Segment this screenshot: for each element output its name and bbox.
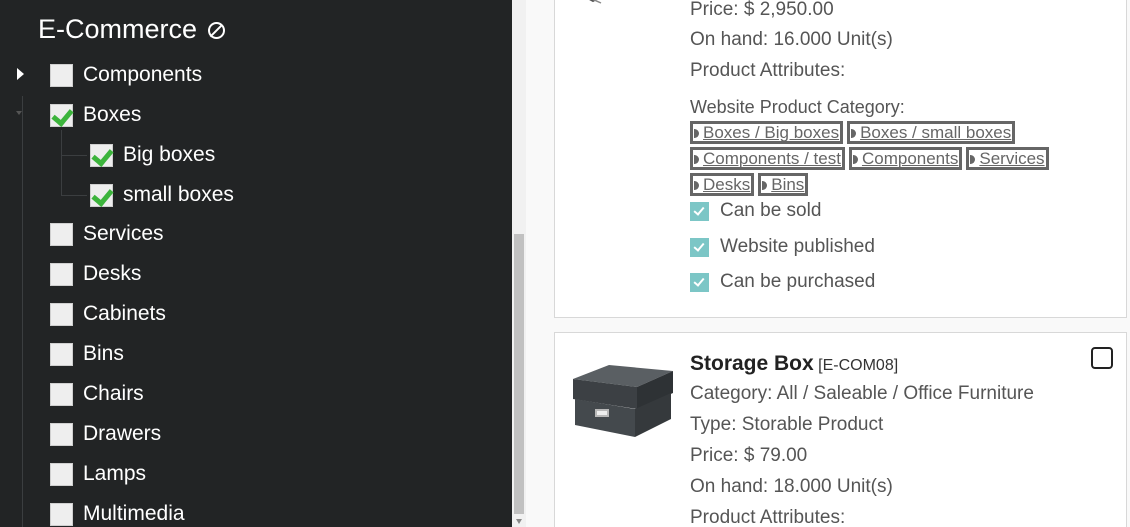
- category-multimedia[interactable]: Multimedia: [50, 500, 185, 527]
- category-sidebar: E-Commerce Components Boxes Big boxes sm…: [0, 0, 512, 527]
- category-checkbox[interactable]: [50, 342, 73, 366]
- sidebar-title: E-Commerce: [38, 14, 226, 44]
- category-chairs[interactable]: Chairs: [50, 380, 144, 408]
- scrollbar-thumb[interactable]: [514, 234, 524, 514]
- flag-can-be-purchased: Can be purchased: [690, 271, 875, 293]
- category-big-boxes[interactable]: Big boxes: [90, 141, 215, 169]
- category-checkbox[interactable]: [90, 183, 113, 207]
- collapse-arrow-icon[interactable]: [16, 111, 22, 115]
- category-components[interactable]: Components: [50, 61, 202, 89]
- category-tag[interactable]: Services: [966, 147, 1049, 170]
- tree-line: [22, 96, 23, 527]
- category-tag[interactable]: Boxes / small boxes: [847, 121, 1016, 144]
- category-bins[interactable]: Bins: [50, 340, 124, 368]
- flag-website-published: Website published: [690, 236, 875, 258]
- product-price: Price: $ 79.00: [690, 445, 808, 466]
- product-price: Price: $ 2,950.00: [690, 0, 834, 20]
- checked-icon: [690, 272, 709, 292]
- category-checkbox[interactable]: [50, 222, 73, 246]
- product-card[interactable]: Price: $ 2,950.00 On hand: 16.000 Unit(s…: [554, 0, 1127, 318]
- product-attributes: Product Attributes:: [690, 60, 846, 81]
- product-type: Type: Storable Product: [690, 414, 884, 435]
- product-name[interactable]: Storage Box: [690, 352, 814, 375]
- category-tag[interactable]: Components: [848, 147, 963, 170]
- category-checkbox[interactable]: [50, 502, 73, 526]
- product-image: [589, 0, 602, 4]
- category-drawers[interactable]: Drawers: [50, 420, 161, 448]
- product-name-row[interactable]: Storage Box [E-COM08]: [690, 352, 898, 376]
- category-boxes[interactable]: Boxes: [50, 101, 141, 129]
- product-card[interactable]: Storage Box [E-COM08] Category: All / Sa…: [554, 332, 1127, 527]
- flag-can-be-sold: Can be sold: [690, 200, 821, 222]
- category-services[interactable]: Services: [50, 220, 164, 248]
- category-desks[interactable]: Desks: [50, 260, 141, 288]
- category-small-boxes[interactable]: small boxes: [90, 181, 234, 209]
- product-on-hand: On hand: 18.000 Unit(s): [690, 476, 893, 497]
- product-reference: [E-COM08]: [818, 357, 899, 374]
- tree-line: [61, 155, 87, 156]
- category-checkbox[interactable]: [50, 422, 73, 446]
- storage-box-image: [573, 365, 673, 437]
- category-checkbox[interactable]: [50, 103, 73, 127]
- category-checkbox[interactable]: [50, 462, 73, 486]
- product-category: Category: All / Saleable / Office Furnit…: [690, 383, 1034, 404]
- category-cabinets[interactable]: Cabinets: [50, 300, 166, 328]
- category-tag[interactable]: Boxes / Big boxes: [690, 121, 844, 144]
- category-checkbox[interactable]: [50, 262, 73, 286]
- tree-line: [61, 195, 87, 196]
- category-tag[interactable]: Bins: [758, 173, 809, 196]
- category-checkbox[interactable]: [50, 382, 73, 406]
- website-category-label: Website Product Category:: [690, 97, 905, 117]
- category-checkbox[interactable]: [50, 302, 73, 326]
- product-attributes: Product Attributes:: [690, 507, 846, 527]
- checked-icon: [690, 201, 709, 221]
- product-on-hand: On hand: 16.000 Unit(s): [690, 29, 893, 50]
- archived-icon[interactable]: [208, 22, 226, 39]
- category-tag[interactable]: Desks: [690, 173, 755, 196]
- tree-line: [61, 130, 62, 196]
- category-lamps[interactable]: Lamps: [50, 460, 146, 488]
- expand-arrow-icon[interactable]: [17, 68, 24, 80]
- category-tag[interactable]: Components / test: [690, 147, 845, 170]
- select-checkbox[interactable]: [1091, 347, 1113, 369]
- category-checkbox[interactable]: [90, 143, 113, 167]
- checked-icon: [690, 237, 709, 257]
- scroll-down-arrow-icon[interactable]: [516, 519, 522, 524]
- website-category-tags: Boxes / Big boxes Boxes / small boxesComp…: [690, 121, 1110, 199]
- category-checkbox[interactable]: [50, 63, 73, 87]
